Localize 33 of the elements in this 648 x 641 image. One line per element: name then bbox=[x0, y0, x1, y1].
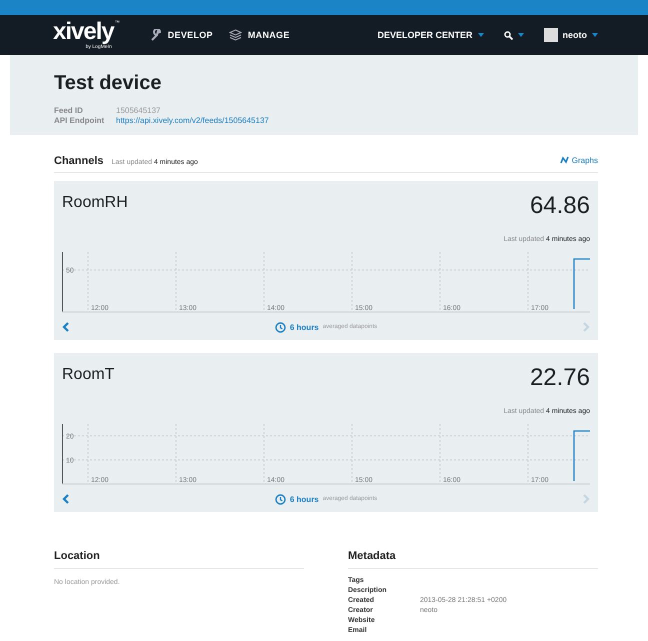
developer-center-menu[interactable]: DEVELOPER CENTER bbox=[377, 30, 472, 40]
previous-button[interactable] bbox=[62, 494, 70, 504]
caret-icon bbox=[478, 33, 484, 37]
time-range-link[interactable]: 6 hours bbox=[290, 322, 319, 332]
section-title: Location bbox=[54, 550, 100, 562]
nav-link[interactable]: DEVELOP bbox=[168, 30, 213, 40]
graphs-link[interactable]: Graphs bbox=[560, 156, 598, 164]
data-line bbox=[573, 258, 590, 309]
caret-icon bbox=[592, 33, 598, 37]
avatar-icon bbox=[544, 28, 558, 42]
previous-button[interactable] bbox=[62, 322, 70, 332]
channel-value: 64.86 bbox=[530, 192, 590, 220]
endpoint-link[interactable]: https://api.xively.com/v2/feeds/1505645137 bbox=[116, 116, 269, 125]
caret-icon bbox=[518, 33, 524, 37]
section-title: Metadata bbox=[348, 550, 396, 562]
channel-value: 22.76 bbox=[530, 364, 590, 392]
device-title: Test device bbox=[54, 71, 162, 95]
channel-name: RoomRH bbox=[62, 194, 128, 212]
wrench-icon bbox=[150, 29, 162, 41]
data-line bbox=[573, 430, 590, 481]
user-menu[interactable]: neoto bbox=[562, 30, 587, 40]
field-value: 1505645137 bbox=[116, 106, 162, 115]
clock-icon bbox=[274, 494, 286, 504]
channel-name: RoomT bbox=[62, 366, 114, 384]
search-icon[interactable] bbox=[504, 30, 512, 40]
nav-link[interactable]: MANAGE bbox=[248, 30, 290, 40]
layers-icon bbox=[228, 29, 242, 41]
time-range-link[interactable]: 6 hours bbox=[290, 494, 319, 504]
field-label: Feed ID bbox=[54, 106, 84, 115]
section-title: Channels bbox=[54, 155, 104, 167]
field-label: API Endpoint bbox=[54, 116, 106, 125]
line-graph-icon bbox=[560, 156, 569, 164]
clock-icon bbox=[274, 322, 286, 332]
